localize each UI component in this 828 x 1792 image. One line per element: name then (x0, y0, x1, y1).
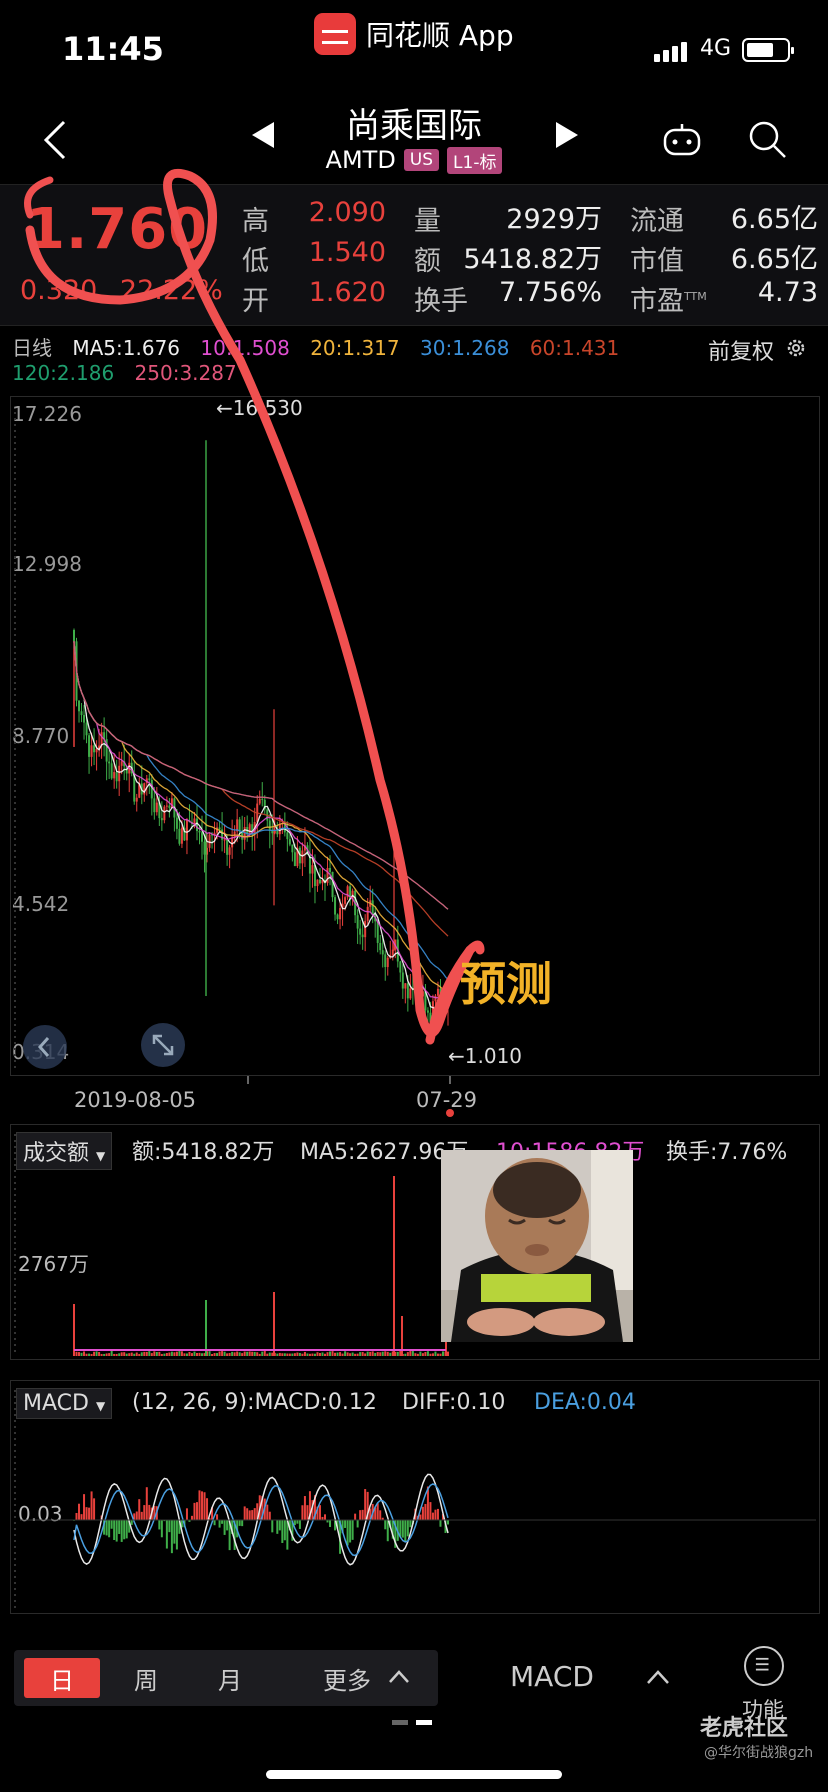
volume-value: 2929万 (506, 204, 602, 235)
max-price-marker: ←16.530 (216, 396, 303, 420)
open-label: 开 (242, 286, 269, 317)
macd-dea: DEA:0.04 (534, 1390, 636, 1415)
chevron-down-icon: ▼ (96, 1149, 106, 1163)
ma10-legend: 10:1.508 (200, 336, 290, 360)
low-value: 1.540 (308, 237, 386, 268)
watermark-sub: @华尔街战狼gzh (704, 1745, 814, 1761)
price-change: 0.320 22.22% (20, 275, 223, 306)
prediction-annotation: 预测 (460, 957, 552, 1011)
volume-y-label: 2767万 (18, 1252, 89, 1276)
amount-value: 5418.82万 (463, 244, 602, 275)
macd-selector-label: MACD (23, 1391, 89, 1416)
period-tabs: 日 周 月 更多 (14, 1650, 438, 1706)
back-arrow-icon[interactable] (40, 120, 70, 160)
chevron-down-icon: ▼ (95, 1399, 106, 1413)
menu-icon[interactable] (744, 1646, 784, 1686)
date-end: 07-29 (416, 1088, 478, 1112)
watermark: 老虎社区 (700, 1716, 789, 1741)
ma60-legend: 60:1.431 (529, 336, 620, 360)
ma-legend: 日线 MA5:1.676 10:1.508 20:1.317 30:1.268 … (12, 332, 822, 385)
volume-label: 量 (414, 206, 441, 237)
macd-y-label: 0.03 (18, 1502, 63, 1526)
ma120-legend: 120:2.186 (12, 361, 115, 385)
high-label: 高 (242, 206, 269, 237)
indicator-button[interactable]: MACD (510, 1660, 594, 1693)
network-label: 4G (700, 36, 732, 61)
tab-month[interactable]: 月 (190, 1658, 270, 1698)
low-label: 低 (242, 246, 269, 277)
volume-turnover: 换手:7.76% (666, 1140, 788, 1165)
y-label-4: 4.542 (12, 892, 70, 916)
chevron-up-icon[interactable] (646, 1668, 670, 1686)
amount-label: 额 (414, 246, 441, 277)
float-value: 6.65亿 (730, 204, 818, 235)
fullscreen-icon[interactable] (140, 1022, 186, 1068)
ma5-legend: MA5:1.676 (72, 336, 181, 360)
ma250-legend: 250:3.287 (134, 361, 237, 385)
mcap-label: 市值 (630, 246, 684, 277)
pe-ttm-sup: TTM (684, 290, 707, 303)
date-start: 2019-08-05 (74, 1088, 197, 1112)
nav-bar: 尚乘国际 AMTD US L1-标 (0, 96, 828, 184)
turnover-value: 7.756% (499, 277, 602, 308)
macd-diff: DIFF:0.10 (402, 1390, 506, 1415)
gear-icon[interactable] (784, 336, 808, 360)
pe-label-text: 市盈 (630, 286, 684, 317)
y-label-top: 17.226 (12, 402, 82, 426)
battery-icon (742, 38, 794, 62)
turnover-label: 换手 (414, 286, 468, 317)
signal-icon (654, 40, 687, 62)
last-price: 1.760 (26, 197, 209, 262)
adjust-selector[interactable]: 前复权 (708, 334, 774, 366)
quote-panel: 1.760 0.320 22.22% 高 2.090 低 1.540 开 1.6… (0, 184, 828, 326)
ma30-legend: 30:1.268 (420, 336, 510, 360)
y-label-3: 8.770 (12, 724, 70, 748)
next-stock-arrow-icon[interactable] (556, 122, 578, 148)
tab-day[interactable]: 日 (24, 1658, 100, 1698)
macd-params: (12, 26, 9):MACD:0.12 (132, 1390, 377, 1415)
pe-value: 4.73 (757, 277, 818, 308)
app-icon (314, 13, 356, 55)
min-price-marker: ←1.010 (448, 1044, 523, 1068)
pe-label: 市盈TTM (630, 279, 707, 318)
macd-selector[interactable]: MACD ▼ (16, 1388, 113, 1419)
change-percent: 22.22% (119, 275, 223, 306)
chevron-up-icon[interactable] (388, 1668, 410, 1684)
high-value: 2.090 (308, 197, 386, 228)
period-label[interactable]: 日线 (12, 336, 52, 360)
volume-selector-label: 成交额 (23, 1141, 90, 1166)
y-label-2: 12.998 (12, 552, 82, 576)
stock-code: AMTD (325, 146, 396, 174)
app-name: 同花顺 App (366, 19, 514, 52)
tab-more[interactable]: 更多 (316, 1658, 378, 1698)
stock-code-row: AMTD US L1-标 (250, 146, 578, 174)
home-indicator[interactable] (266, 1770, 562, 1779)
volume-amount: 额:5418.82万 (132, 1140, 275, 1165)
page-indicator (392, 1720, 432, 1725)
stock-name: 尚乘国际 (346, 106, 482, 146)
market-badge: US (403, 149, 440, 171)
status-time: 11:45 (62, 30, 164, 68)
status-bar: 11:45 同花顺 App 4G (0, 0, 828, 96)
tab-week[interactable]: 周 (106, 1658, 186, 1698)
ma20-legend: 20:1.317 (310, 336, 400, 360)
float-label: 流通 (630, 206, 684, 237)
volume-selector[interactable]: 成交额 ▼ (16, 1132, 113, 1170)
macd-chart[interactable] (10, 1380, 820, 1614)
meme-photo (441, 1150, 633, 1342)
mcap-value: 6.65亿 (730, 244, 818, 275)
app-indicator: 同花顺 App (314, 13, 514, 55)
level-badge: L1-标 (447, 146, 503, 174)
change-amount: 0.320 (20, 275, 98, 306)
robot-icon[interactable] (662, 122, 702, 158)
kline-chart[interactable] (10, 396, 820, 1076)
collapse-icon[interactable] (22, 1024, 68, 1070)
open-value: 1.620 (308, 277, 386, 308)
search-icon[interactable] (746, 118, 788, 160)
bottom-toolbar: 日 周 月 更多 MACD 功能 老虎社区 @华尔街战狼gzh (0, 1638, 828, 1792)
